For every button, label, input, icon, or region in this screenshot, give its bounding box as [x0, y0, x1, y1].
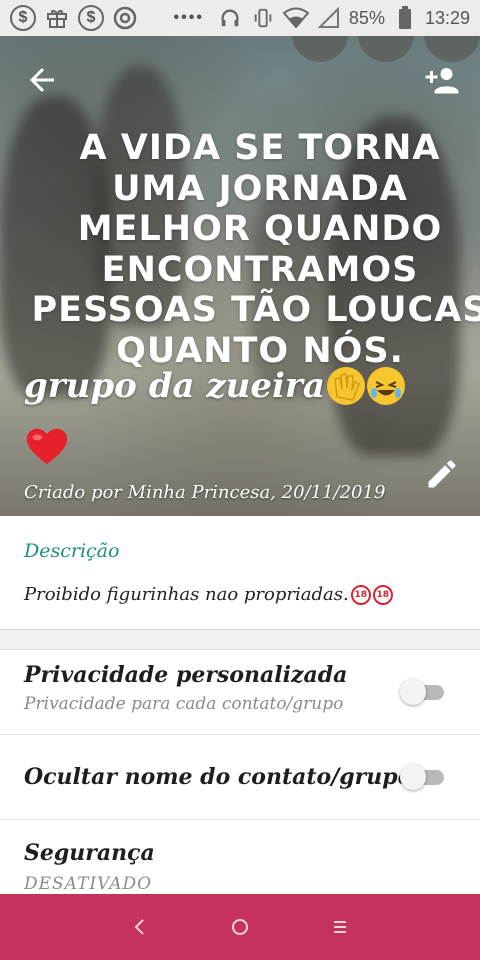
hide-contact-name-toggle[interactable] [400, 762, 446, 792]
battery-percent: 85% [348, 7, 385, 28]
wifi-icon [282, 5, 309, 31]
hide-contact-name-row[interactable]: Ocultar nome do contato/grupo [0, 735, 480, 820]
status-bar: $ $ •••• 85% 13:29 [0, 0, 480, 36]
dollar-icon: $ [78, 5, 104, 31]
quote-line: PESSOAS TÃO LOUCAS [31, 290, 480, 330]
no-under-18-icon: 18 [372, 584, 393, 605]
chevron-left-icon [134, 919, 144, 935]
laughing-face-icon [366, 367, 405, 405]
edit-group-button[interactable] [424, 456, 460, 492]
quote-text: A VIDA SE TORNA UMA JORNADA MELHOR QUAND… [30, 128, 480, 371]
description-text: Proibido figurinhas nao propriadas. 18 1… [24, 584, 456, 605]
section-divider [0, 630, 480, 650]
menu-lines-icon [334, 921, 346, 933]
group-header-image: A VIDA SE TORNA UMA JORNADA MELHOR QUAND… [0, 36, 480, 516]
pencil-icon [428, 460, 456, 488]
created-by-text: Criado por Minha Princesa, 20/11/2019 [24, 482, 386, 503]
clapping-hands-icon [326, 367, 365, 405]
vibrate-icon [250, 5, 276, 31]
security-status: DESATIVADO [24, 874, 153, 894]
description-body: Proibido figurinhas nao propriadas. [24, 584, 349, 605]
quote-line: A VIDA SE TORNA [79, 128, 441, 168]
quote-line: MELHOR QUANDO [77, 209, 443, 249]
settings-list: Privacidade personalizada Privacidade pa… [0, 650, 480, 894]
quote-line: QUANTO NÓS. [116, 330, 404, 371]
home-circle-icon [232, 919, 248, 935]
headphones-icon [217, 5, 243, 31]
chrome-icon [112, 5, 138, 31]
add-participant-button[interactable] [422, 62, 462, 98]
custom-privacy-title: Privacidade personalizada [24, 662, 348, 688]
nav-back-button[interactable] [120, 907, 160, 947]
back-button[interactable] [24, 62, 60, 98]
gift-icon [44, 5, 70, 31]
navigation-bar [0, 894, 480, 960]
header-decor [292, 36, 480, 62]
person-add-icon [425, 68, 459, 94]
heart-icon [24, 424, 70, 470]
signal-icon [316, 5, 342, 31]
security-row[interactable]: Segurança DESATIVADO [0, 820, 480, 894]
nav-recents-button[interactable] [320, 907, 360, 947]
description-title: Descrição [24, 540, 120, 562]
quote-line: ENCONTRAMOS [101, 249, 419, 290]
custom-privacy-subtitle: Privacidade para cada contato/grupo [24, 694, 344, 714]
clock: 13:29 [424, 7, 470, 28]
battery-icon [392, 5, 418, 31]
hide-contact-name-title: Ocultar nome do contato/grupo [24, 764, 413, 790]
security-title: Segurança [24, 840, 155, 866]
custom-privacy-row[interactable]: Privacidade personalizada Privacidade pa… [0, 650, 480, 735]
group-name-text: grupo da zueira [24, 366, 325, 406]
quote-line: UMA JORNADA [112, 168, 408, 209]
custom-privacy-toggle[interactable] [400, 677, 446, 707]
dollar-icon: $ [10, 5, 36, 31]
more-dots-icon: •••• [173, 9, 204, 26]
no-under-18-icon: 18 [350, 584, 371, 605]
description-section[interactable]: Descrição Proibido figurinhas nao propri… [0, 516, 480, 630]
arrow-left-icon [30, 68, 54, 92]
group-name: grupo da zueira [24, 366, 405, 406]
nav-home-button[interactable] [220, 907, 260, 947]
